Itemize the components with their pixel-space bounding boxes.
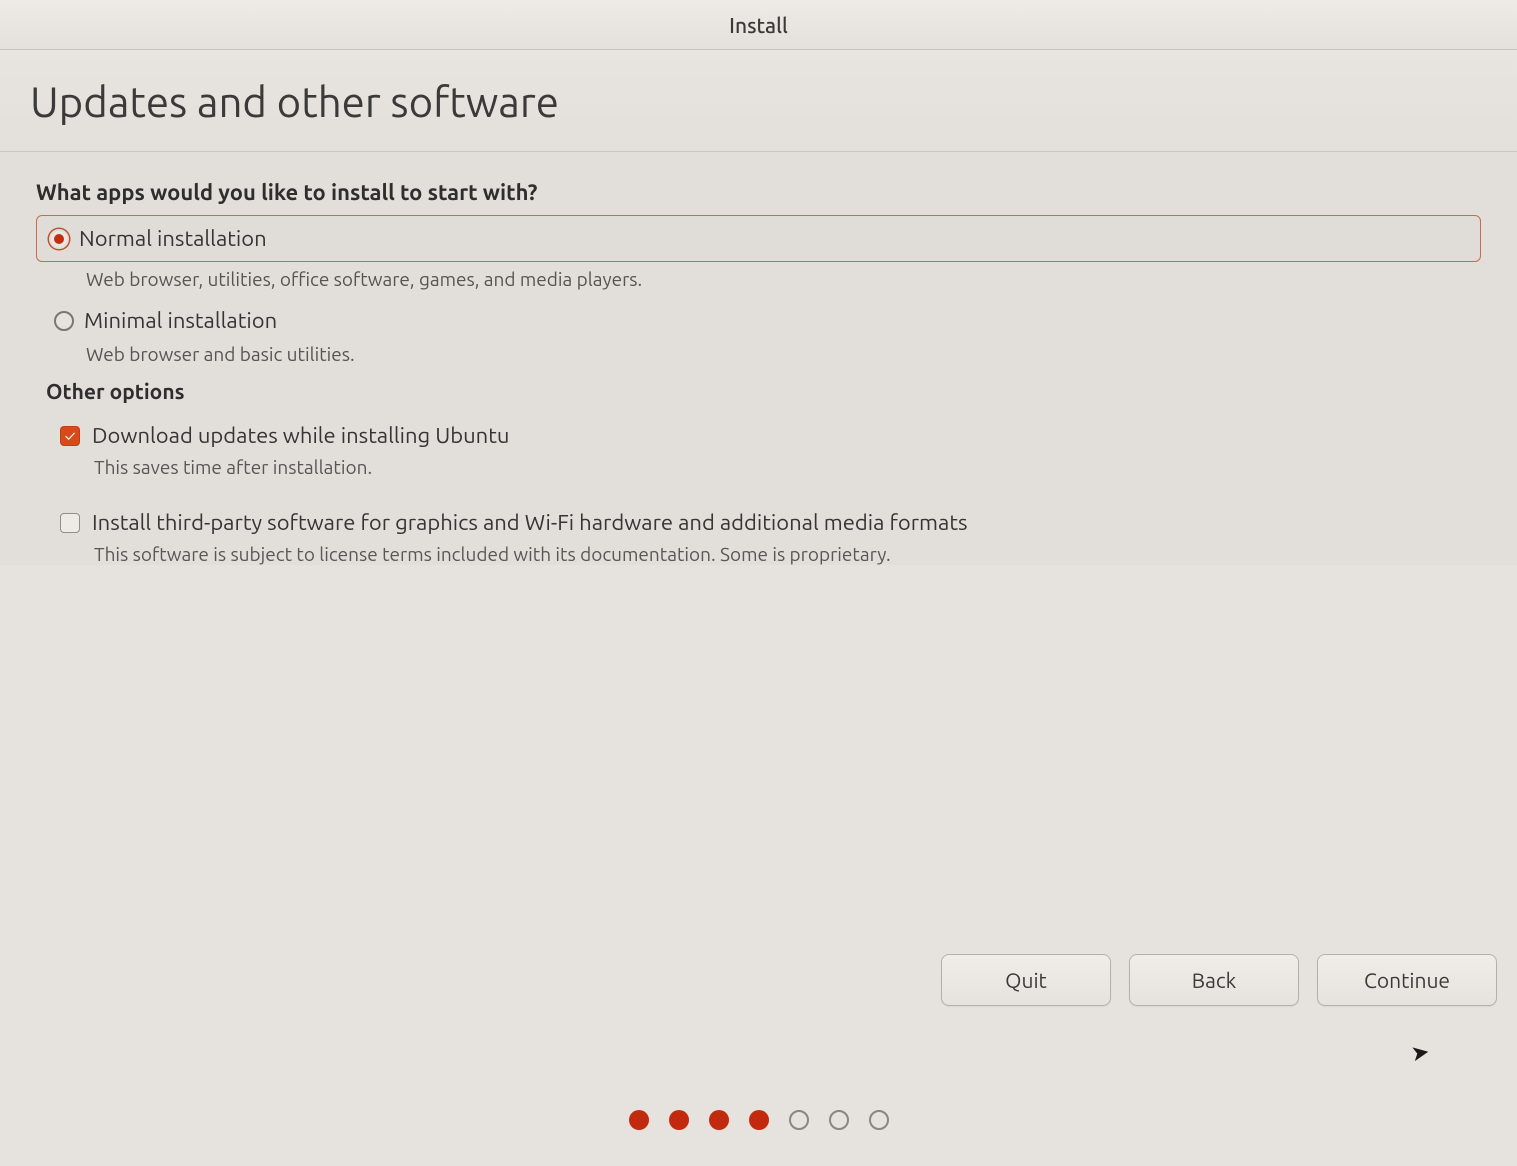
window-title: Install: [729, 13, 788, 37]
window-titlebar: Install: [0, 0, 1517, 50]
continue-button[interactable]: Continue: [1317, 954, 1497, 1006]
cursor-icon: ➤: [1408, 1039, 1431, 1068]
pager-dot: [789, 1110, 809, 1130]
checkbox-label-thirdparty: Install third-party software for graphic…: [92, 510, 968, 535]
pager-dot: [749, 1110, 769, 1130]
radio-desc-minimal: Web browser and basic utilities.: [86, 343, 1481, 365]
footer-buttons: Quit Back Continue: [941, 954, 1497, 1006]
pager-dot: [869, 1110, 889, 1130]
pager-dot: [669, 1110, 689, 1130]
back-button[interactable]: Back: [1129, 954, 1299, 1006]
pager-dot: [709, 1110, 729, 1130]
checkbox-icon: [60, 513, 80, 533]
pager-dot: [829, 1110, 849, 1130]
check-icon: ✓: [65, 428, 76, 443]
checkbox-desc-updates: This saves time after installation.: [94, 456, 1481, 478]
radio-label-minimal: Minimal installation: [84, 308, 277, 333]
radio-label-normal: Normal installation: [79, 226, 267, 251]
step-pager: [629, 1110, 889, 1130]
content-area: What apps would you like to install to s…: [0, 152, 1517, 565]
page-header: Updates and other software: [0, 50, 1517, 152]
radio-desc-normal: Web browser, utilities, office software,…: [86, 268, 1481, 290]
checkbox-icon: ✓: [60, 426, 80, 446]
checkbox-option-thirdparty[interactable]: Install third-party software for graphic…: [36, 508, 1481, 537]
checkbox-desc-thirdparty: This software is subject to license term…: [94, 543, 1481, 565]
radio-option-minimal[interactable]: Minimal installation: [52, 304, 1481, 337]
radio-icon: [54, 311, 74, 331]
apps-question: What apps would you like to install to s…: [36, 180, 1481, 205]
other-options-title: Other options: [46, 379, 1481, 403]
pager-dot: [629, 1110, 649, 1130]
quit-button[interactable]: Quit: [941, 954, 1111, 1006]
checkbox-option-updates[interactable]: ✓ Download updates while installing Ubun…: [36, 421, 1481, 450]
radio-icon: [49, 229, 69, 249]
radio-option-normal[interactable]: Normal installation: [36, 215, 1481, 262]
checkbox-label-updates: Download updates while installing Ubuntu: [92, 423, 509, 448]
page-heading: Updates and other software: [30, 78, 1487, 125]
